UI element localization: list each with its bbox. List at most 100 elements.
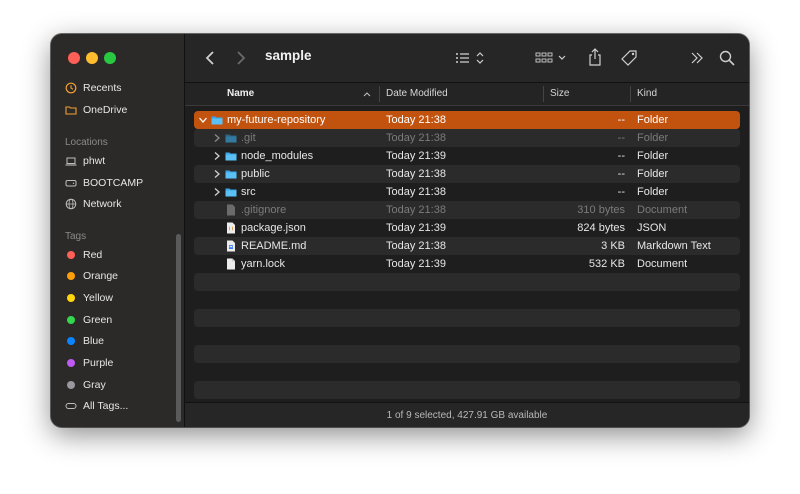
column-date-modified[interactable]: Date Modified [386,88,448,99]
sidebar-item-label: Recents [83,82,122,94]
close-window-button[interactable] [68,52,80,64]
file-size: -- [617,114,625,126]
minimize-window-button[interactable] [86,52,98,64]
file-date: Today 21:39 [386,150,446,162]
sidebar-item-label: Network [83,198,122,210]
share-button[interactable] [586,47,604,67]
disclosure-closed-icon[interactable] [212,169,222,179]
list-view-icon [456,52,484,64]
file-row[interactable]: src Today 21:38 -- Folder [194,183,740,201]
disclosure-closed-icon[interactable] [212,133,222,143]
file-row[interactable]: package.json Today 21:39 824 bytes JSON [194,219,740,237]
file-size: -- [617,132,625,144]
sort-ascending-icon [363,92,371,97]
empty-row [194,381,740,399]
view-list-button[interactable] [454,49,490,67]
tag-blue[interactable]: Blue [65,332,104,350]
tag-label: Red [83,249,103,261]
main-area: sample Name Date Modified Size Kind my-f… [185,34,749,427]
column-kind[interactable]: Kind [637,88,657,99]
document-icon [227,204,235,216]
file-date: Today 21:38 [386,168,446,180]
back-button[interactable] [201,49,219,67]
file-size: -- [617,186,625,198]
tag-gray[interactable]: Gray [65,376,106,394]
disclosure-open-icon[interactable] [198,115,208,125]
file-name: yarn.lock [241,258,286,270]
document-icon [227,258,235,270]
file-size: 310 bytes [577,204,625,216]
window-title: sample [265,48,312,63]
json-file-icon [227,222,235,234]
sidebar-item-network[interactable]: Network [65,195,122,213]
disclosure-closed-icon[interactable] [212,151,222,161]
tag-dot-icon [67,381,75,389]
sidebar-item-onedrive[interactable]: OneDrive [65,101,127,119]
folder-icon [225,134,237,143]
file-size: 3 KB [601,240,625,252]
disclosure-closed-icon[interactable] [212,187,222,197]
tag-red[interactable]: Red [65,246,102,264]
tag-label: Purple [83,357,114,369]
file-row[interactable]: node_modules Today 21:39 -- Folder [194,147,740,165]
sidebar-scrollbar[interactable] [176,234,181,422]
file-row[interactable]: my-future-repository Today 21:38 -- Fold… [194,111,740,129]
file-date: Today 21:39 [386,258,446,270]
file-kind: Folder [637,114,669,126]
search-button[interactable] [717,48,737,68]
tag-orange[interactable]: Orange [65,267,118,285]
zoom-window-button[interactable] [104,52,116,64]
file-date: Today 21:38 [386,132,446,144]
tag-dot-icon [67,272,75,280]
tag-label: Yellow [83,292,113,304]
file-row[interactable]: .gitignore Today 21:38 310 bytes Documen… [194,201,740,219]
column-divider[interactable] [379,86,380,102]
column-divider[interactable] [630,86,631,102]
file-size: 532 KB [588,258,625,270]
file-row[interactable]: README.md Today 21:38 3 KB Markdown Text [194,237,740,255]
file-name: .git [241,132,256,144]
file-name: package.json [241,222,306,234]
all-tags-item[interactable]: All Tags... [65,397,128,415]
tag-green[interactable]: Green [65,311,112,329]
more-toolbar-button[interactable] [688,49,706,67]
file-date: Today 21:38 [386,114,446,126]
clock-icon [65,82,77,94]
globe-icon [65,198,77,210]
column-divider[interactable] [543,86,544,102]
all-tags-label: All Tags... [83,400,129,412]
file-size: 824 bytes [577,222,625,234]
status-bar: 1 of 9 selected, 427.91 GB available [185,402,749,427]
forward-button[interactable] [232,49,250,67]
sidebar-item-phwt[interactable]: phwt [65,152,105,170]
tag-button[interactable] [619,48,641,68]
group-button[interactable] [535,49,569,67]
tag-label: Orange [83,270,119,282]
tag-purple[interactable]: Purple [65,354,113,372]
tag-dot-icon [67,337,75,345]
tag-yellow[interactable]: Yellow [65,289,113,307]
sidebar-item-recents[interactable]: Recents [65,79,122,97]
folder-icon [225,188,237,197]
file-name: README.md [241,240,307,252]
file-date: Today 21:39 [386,222,446,234]
sidebar: Recents OneDrive Locations phwt BOOTCAMP [51,34,185,427]
markdown-file-icon [227,240,235,252]
share-icon [589,48,601,66]
folder-icon [225,152,237,161]
file-row[interactable]: public Today 21:38 -- Folder [194,165,740,183]
column-size[interactable]: Size [550,88,569,99]
grid-group-icon [535,52,566,63]
file-row[interactable]: .git Today 21:38 -- Folder [194,129,740,147]
column-name[interactable]: Name [227,88,254,99]
tag-dot-icon [67,359,75,367]
empty-row [194,273,740,291]
file-date: Today 21:38 [386,204,446,216]
file-kind: Folder [637,150,669,162]
sidebar-item-label: BOOTCAMP [83,177,144,189]
file-size: -- [617,168,625,180]
file-row[interactable]: yarn.lock Today 21:39 532 KB Document [194,255,740,273]
drive-icon [65,177,77,189]
finder-window: Recents OneDrive Locations phwt BOOTCAMP [51,34,749,427]
sidebar-item-bootcamp[interactable]: BOOTCAMP [65,174,143,192]
